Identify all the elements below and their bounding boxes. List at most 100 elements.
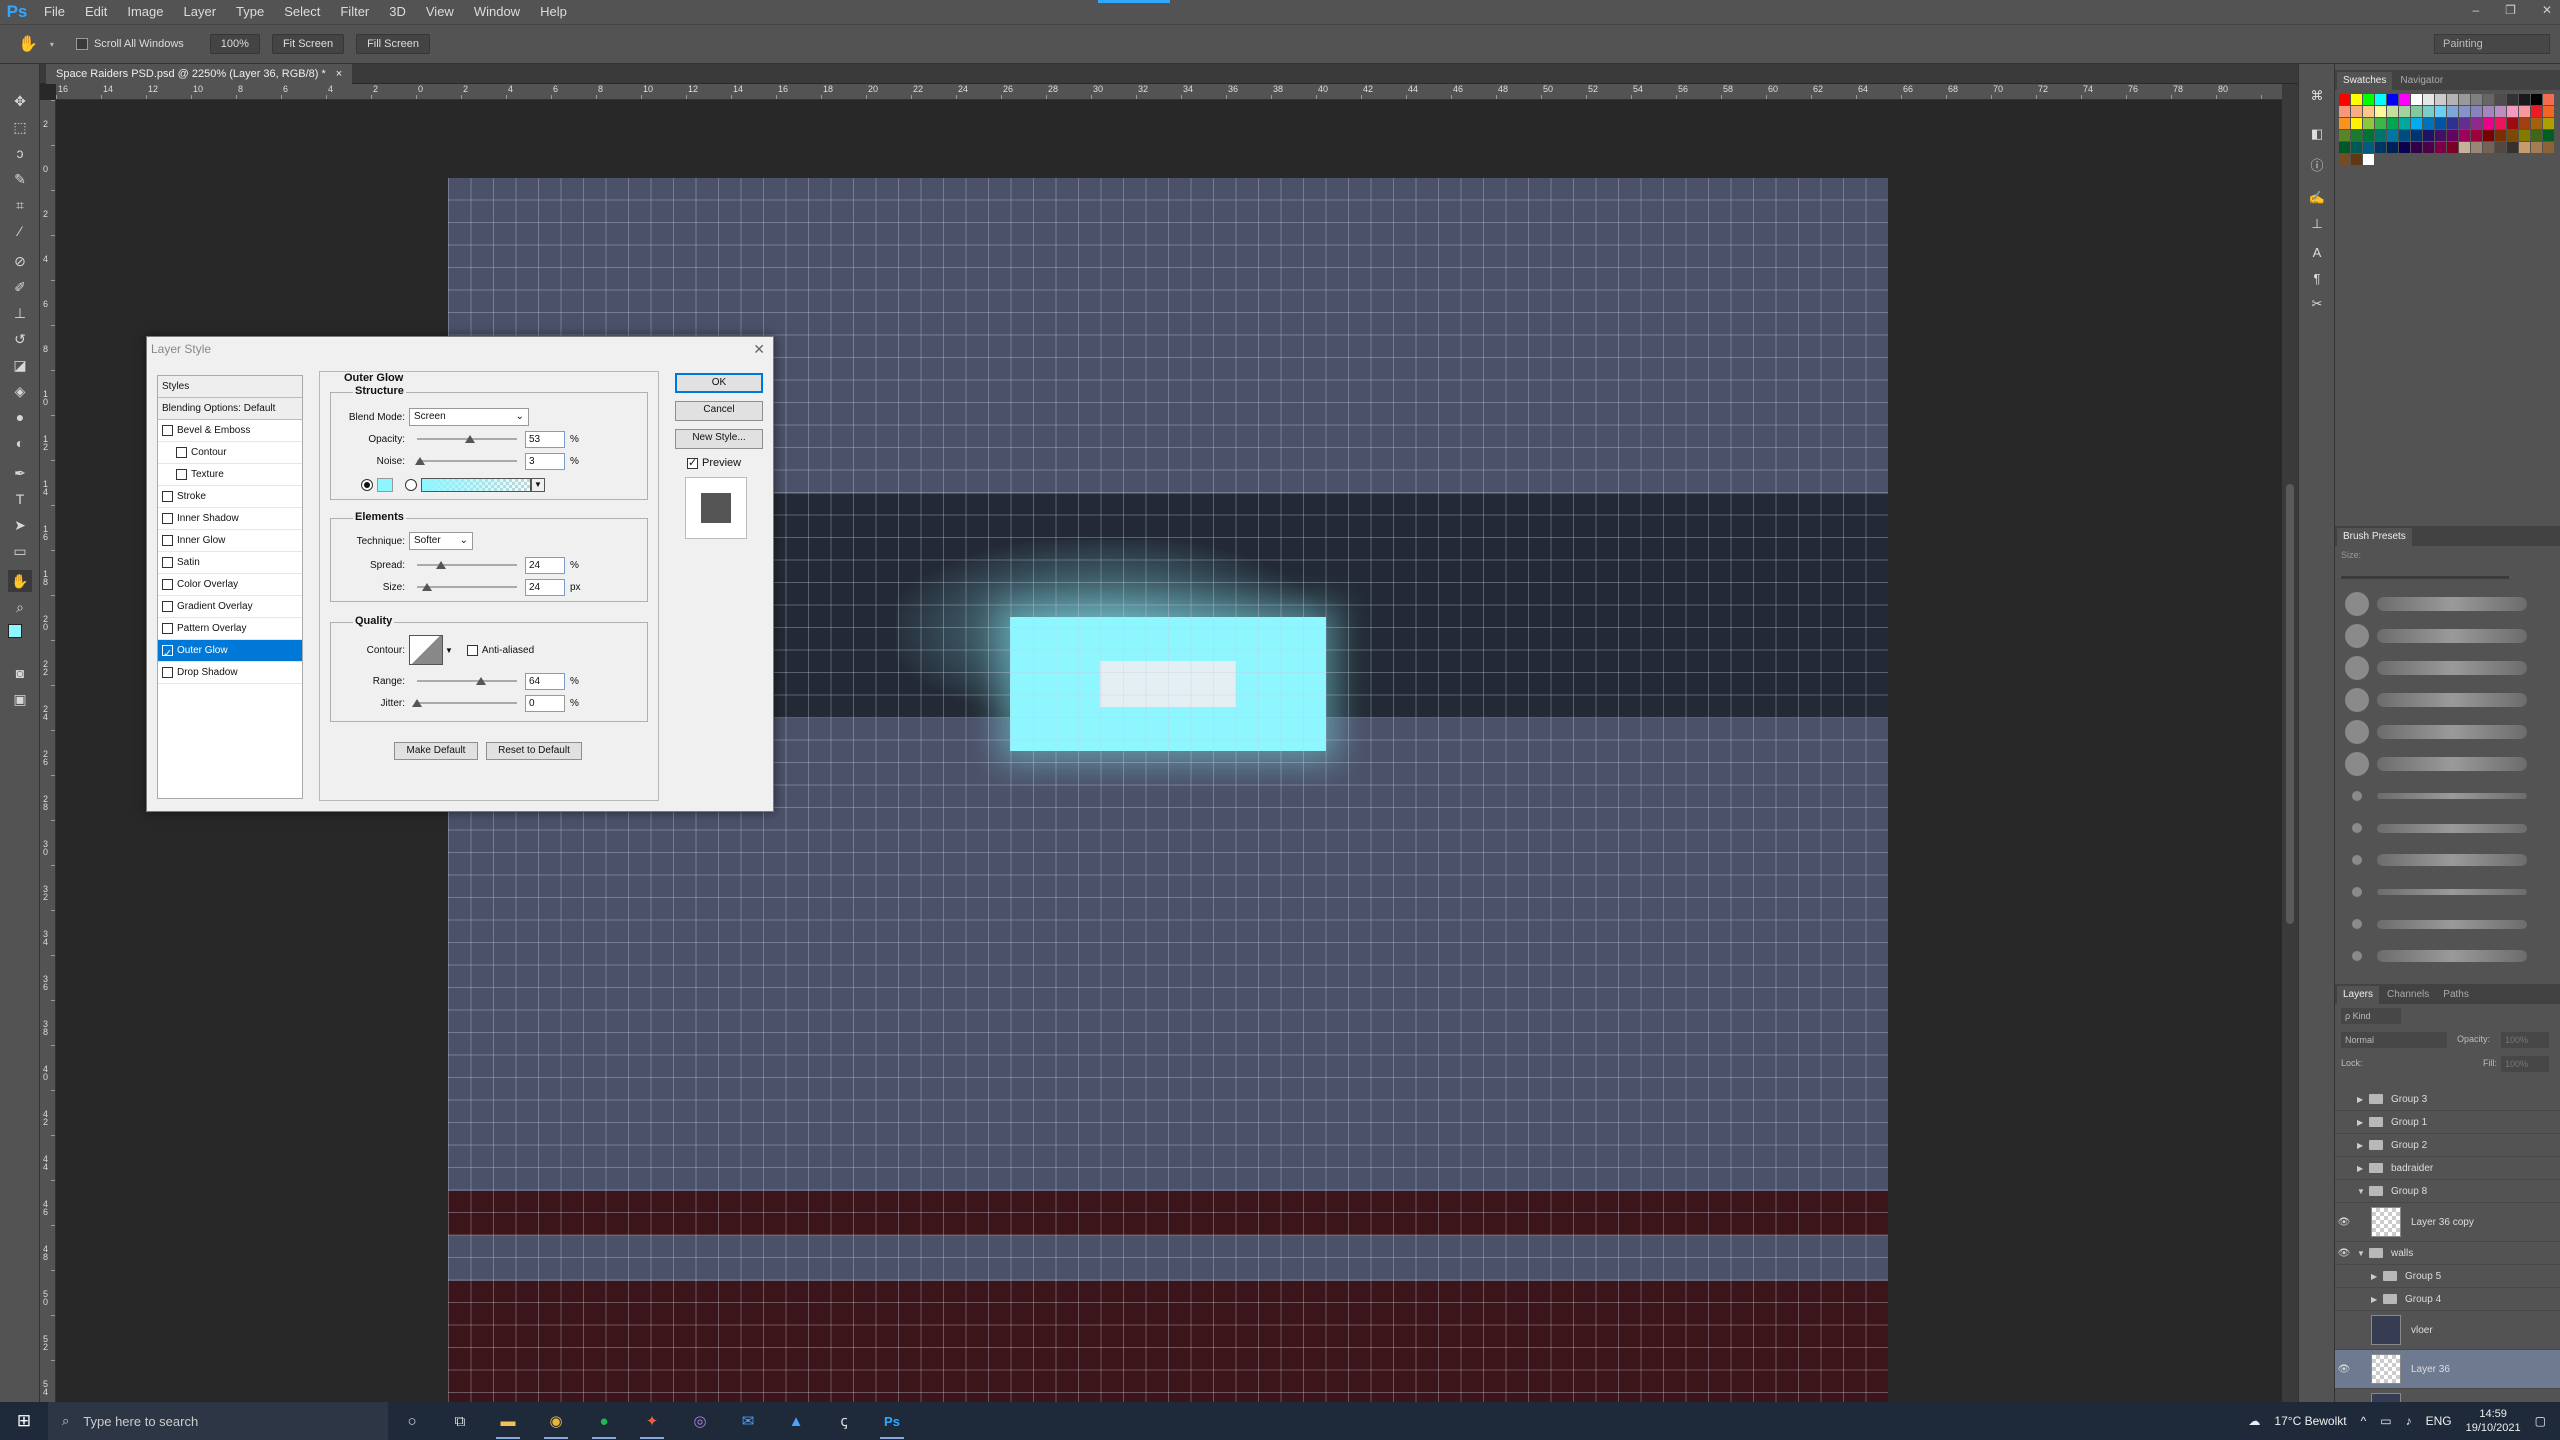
color-swatch[interactable] [2483, 130, 2494, 141]
color-swatch[interactable] [2375, 94, 2386, 105]
gradient-radio[interactable] [405, 479, 417, 491]
style-item-blending-options-default[interactable]: Blending Options: Default [158, 398, 302, 420]
brush-preset-item[interactable] [2339, 844, 2555, 876]
color-swatch[interactable] [2531, 106, 2542, 117]
color-swatch[interactable] [2363, 154, 2374, 165]
color-swatch[interactable] [2339, 118, 2350, 129]
menu-type[interactable]: Type [226, 0, 274, 24]
color-swatch[interactable] [2471, 94, 2482, 105]
menu-3d[interactable]: 3D [379, 0, 416, 24]
layer-row[interactable]: ▶ badraider [2335, 1157, 2560, 1180]
eyedropper-tool-icon[interactable]: ⁄ [8, 220, 32, 242]
zoom-100-button[interactable]: 100% [209, 34, 260, 54]
color-swatch[interactable] [2423, 130, 2434, 141]
epic-games-icon[interactable]: ꞔ [820, 1402, 868, 1440]
eraser-tool-icon[interactable]: ◪ [8, 354, 32, 376]
color-swatch[interactable] [2387, 130, 2398, 141]
stamp-tool-icon[interactable]: ⊥ [8, 302, 32, 324]
color-swatch[interactable] [2351, 118, 2362, 129]
clone-source-icon[interactable]: ⊥ [2307, 214, 2327, 234]
contour-picker[interactable] [409, 635, 443, 665]
color-swatch[interactable] [2363, 142, 2374, 153]
opacity-input[interactable]: 53 [525, 430, 565, 448]
glow-color-swatch[interactable] [377, 478, 393, 492]
blur-tool-icon[interactable]: ● [8, 406, 32, 428]
color-swatch[interactable] [2435, 130, 2446, 141]
size-slider[interactable] [417, 583, 517, 591]
expand-triangle-icon[interactable]: ▶ [2371, 1295, 2383, 1304]
screen-mode-icon[interactable]: ▣ [8, 688, 32, 710]
collapse-triangle-icon[interactable]: ▼ [2357, 1249, 2369, 1258]
expand-triangle-icon[interactable]: ▶ [2371, 1272, 2383, 1281]
tab-layers[interactable]: Layers [2337, 986, 2380, 1004]
brush-settings-icon[interactable]: ✍ [2307, 188, 2327, 208]
color-swatch[interactable] [2339, 142, 2350, 153]
style-item-pattern-overlay[interactable]: Pattern Overlay [158, 618, 302, 640]
info-icon[interactable]: ⓘ [2307, 154, 2327, 174]
color-swatch[interactable] [2363, 94, 2374, 105]
menu-window[interactable]: Window [464, 0, 530, 24]
layer-row[interactable]: 👁 Layer 36 copy [2335, 1203, 2560, 1242]
color-swatch[interactable] [2471, 142, 2482, 153]
spread-input[interactable]: 24 [525, 556, 565, 574]
style-item-color-overlay[interactable]: Color Overlay [158, 574, 302, 596]
color-swatch[interactable] [2519, 142, 2530, 153]
gradient-dropdown-icon[interactable]: ▼ [531, 478, 545, 492]
color-swatch[interactable] [2507, 142, 2518, 153]
color-swatch[interactable] [2411, 118, 2422, 129]
menu-file[interactable]: File [34, 0, 75, 24]
color-swatch[interactable] [2447, 94, 2458, 105]
opacity-slider[interactable] [417, 435, 517, 443]
layer-row[interactable]: ▶ Group 4 [2335, 1288, 2560, 1311]
brush-tool-icon[interactable]: ✐ [8, 276, 32, 298]
color-swatch[interactable] [2423, 94, 2434, 105]
style-item-texture[interactable]: Texture [158, 464, 302, 486]
style-item-inner-shadow[interactable]: Inner Shadow [158, 508, 302, 530]
expand-triangle-icon[interactable]: ▶ [2357, 1141, 2369, 1150]
color-swatch[interactable] [2519, 106, 2530, 117]
rectangle-tool-icon[interactable]: ▭ [8, 540, 32, 562]
layer-fill-field[interactable]: 100% [2501, 1056, 2549, 1072]
tab-paths[interactable]: Paths [2437, 986, 2475, 1004]
color-swatch[interactable] [2471, 118, 2482, 129]
style-checkbox[interactable] [162, 491, 173, 502]
color-swatch[interactable] [2351, 154, 2362, 165]
color-swatch[interactable] [2519, 130, 2530, 141]
color-swatches-icon[interactable] [8, 624, 32, 646]
menu-edit[interactable]: Edit [75, 0, 117, 24]
style-item-satin[interactable]: Satin [158, 552, 302, 574]
mail-icon[interactable]: ✉ [724, 1402, 772, 1440]
lasso-tool-icon[interactable]: ↄ [8, 142, 32, 164]
eye-icon[interactable]: 👁 [2335, 1217, 2353, 1228]
new-style-button[interactable]: New Style... [675, 429, 763, 449]
eye-icon[interactable]: 👁 [2335, 1364, 2353, 1375]
photoshop-taskbar-icon[interactable]: Ps [868, 1402, 916, 1440]
color-swatch[interactable] [2495, 94, 2506, 105]
pen-tool-icon[interactable]: ✒ [8, 462, 32, 484]
color-swatch[interactable] [2483, 118, 2494, 129]
spotify-icon[interactable]: ● [580, 1402, 628, 1440]
menu-layer[interactable]: Layer [174, 0, 227, 24]
layer-row[interactable]: ▼ Group 8 [2335, 1180, 2560, 1203]
acrobat-icon[interactable]: ✦ [628, 1402, 676, 1440]
color-swatch[interactable] [2483, 106, 2494, 117]
volume-icon[interactable]: ♪ [2406, 1414, 2412, 1428]
brush-preset-item[interactable] [2339, 940, 2555, 972]
menu-filter[interactable]: Filter [330, 0, 379, 24]
taskbar-search[interactable]: ⌕ Type here to search [48, 1402, 388, 1440]
file-explorer-icon[interactable]: ▬ [484, 1402, 532, 1440]
document-tab-close-icon[interactable]: × [336, 64, 342, 84]
style-checkbox[interactable] [162, 623, 173, 634]
color-swatch[interactable] [2543, 94, 2554, 105]
color-swatch[interactable] [2339, 94, 2350, 105]
healing-tool-icon[interactable]: ⊘ [8, 250, 32, 272]
move-tool-icon[interactable]: ✥ [8, 90, 32, 112]
color-swatch[interactable] [2411, 130, 2422, 141]
show-hidden-icons-icon[interactable]: ^ [2361, 1414, 2367, 1428]
contour-dropdown-icon[interactable]: ▼ [445, 646, 453, 655]
range-slider[interactable] [417, 677, 517, 685]
quick-select-tool-icon[interactable]: ✎ [8, 168, 32, 190]
noise-input[interactable]: 3 [525, 452, 565, 470]
technique-select[interactable]: Softer ⌄ [409, 532, 473, 550]
layer-row[interactable]: vloer [2335, 1311, 2560, 1350]
